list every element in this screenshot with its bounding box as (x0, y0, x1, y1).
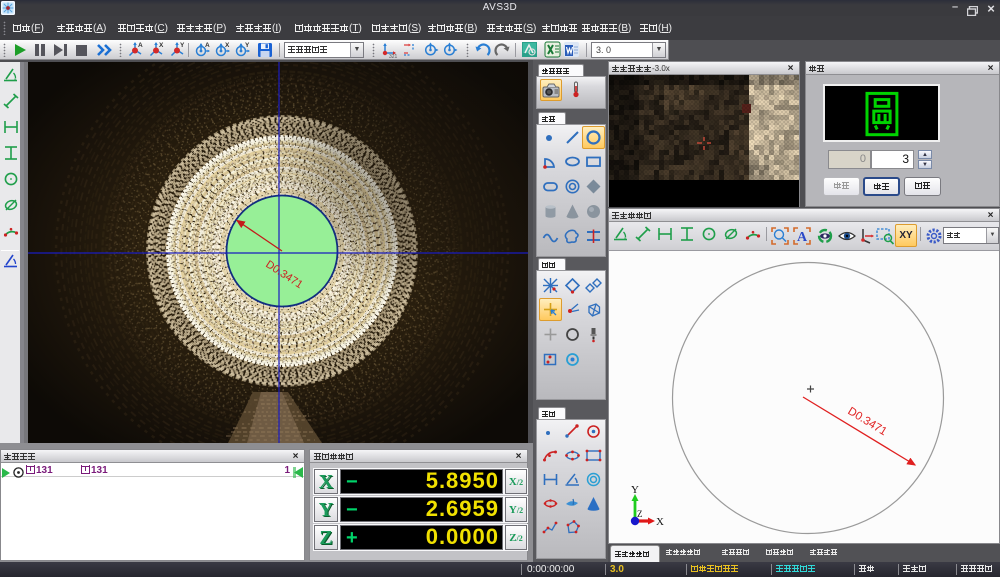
svg-text:Y: Y (245, 42, 250, 49)
svg-text:Y: Y (180, 42, 185, 49)
svg-text:X: X (656, 516, 664, 528)
svg-text:X: X (159, 42, 164, 49)
svg-text:A: A (797, 230, 808, 245)
svg-text:D0.3471: D0.3471 (845, 405, 888, 438)
svg-text:Z: Z (637, 509, 643, 519)
svg-text:X: X (225, 42, 230, 49)
svg-text:A: A (138, 42, 143, 49)
svg-text:A: A (205, 42, 210, 49)
svg-text:321: 321 (389, 54, 398, 58)
svg-text:Y: Y (631, 484, 639, 496)
